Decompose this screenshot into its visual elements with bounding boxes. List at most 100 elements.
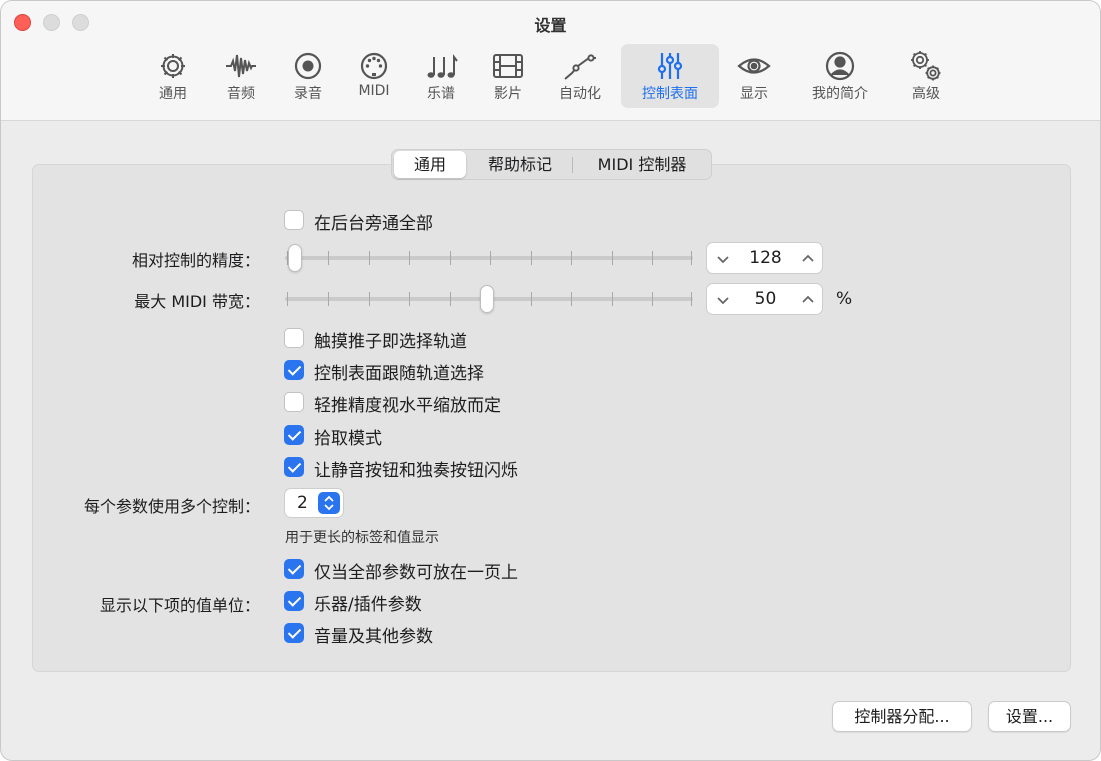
gears-icon [911,51,941,81]
tab-display[interactable]: 显示 [728,44,780,108]
slider-track [285,256,693,260]
tab-label: MIDI [358,83,390,99]
multi-control-hint: 用于更长的标签和值显示 [285,530,439,546]
pickup-mode-label: 拾取模式 [314,429,382,449]
bandwidth-label: 最大 MIDI 带宽： [134,292,260,311]
bypass-all-checkbox[interactable] [284,210,304,230]
tab-label: 高级 [912,86,940,102]
volume-params-label: 音量及其他参数 [314,627,433,647]
segment-divider [572,157,573,173]
slider-knob[interactable] [480,285,494,313]
multi-control-value: 2 [297,493,308,513]
only-all-fit-checkbox[interactable] [284,559,304,579]
bandwidth-stepper: 50 [706,283,823,315]
tab-general[interactable]: 通用 [147,44,199,108]
tab-advanced[interactable]: 高级 [898,44,954,108]
touch-fader-label: 触摸推子即选择轨道 [314,332,467,352]
chevron-up-icon[interactable] [798,290,818,310]
instrument-params-label: 乐器/插件参数 [314,595,422,615]
slider-tick [287,292,288,306]
slider-tick [691,292,692,306]
window-title: 设置 [534,16,567,35]
tab-label: 录音 [294,86,322,102]
blink-buttons-checkbox[interactable] [284,457,304,477]
tab-midi[interactable]: MIDI [348,44,400,108]
multi-control-popup[interactable]: 2 [284,488,344,518]
subtab-midi-controllers[interactable]: MIDI 控制器 [578,150,706,179]
tab-label: 乐谱 [427,86,455,102]
slider-tick [409,251,410,265]
subtab-help-tags[interactable]: 帮助标记 [474,150,566,179]
slider-tick [328,292,329,306]
settings-window: 设置 通用 音频 录音 MIDI 乐谱 影片 自动化 控制表面 显示 我的简介 … [0,0,1101,761]
tab-label: 我的简介 [812,86,868,102]
multi-control-label: 每个参数使用多个控制： [83,497,260,516]
slider-tick [450,292,451,306]
slider-tick [531,292,532,306]
slider-tick [450,251,451,265]
nudge-zoom-label: 轻推精度视水平缩放而定 [314,396,501,416]
bypass-all-label: 在后台旁通全部 [314,214,433,234]
blink-buttons-label: 让静音按钮和独奏按钮闪烁 [314,461,518,481]
instrument-params-checkbox[interactable] [284,591,304,611]
tab-automation[interactable]: 自动化 [550,44,610,108]
up-down-arrows-icon [318,492,340,514]
tab-label: 影片 [494,86,522,102]
tab-label: 通用 [159,86,187,102]
tab-score[interactable]: 乐谱 [415,44,467,108]
touch-fader-checkbox[interactable] [284,328,304,348]
slider-tick [571,292,572,306]
controller-assignments-button[interactable]: 控制器分配... [832,701,972,732]
chevron-down-icon[interactable] [713,290,733,310]
slider-tick [369,292,370,306]
tab-control-surfaces[interactable]: 控制表面 [621,44,719,108]
setup-button[interactable]: 设置... [988,701,1071,732]
slider-tick [490,251,491,265]
person-icon [825,51,855,81]
follow-track-checkbox[interactable] [284,360,304,380]
slider-tick [571,251,572,265]
bandwidth-unit: % [836,289,853,309]
slider-knob[interactable] [288,244,302,272]
bandwidth-slider[interactable] [285,284,693,314]
value-units-label: 显示以下项的值单位： [99,596,260,615]
precision-stepper: 128 [706,242,823,274]
slider-tick [369,251,370,265]
slider-tick [612,292,613,306]
precision-slider[interactable] [285,243,693,273]
slider-tick [328,251,329,265]
sliders-icon [657,53,683,79]
chevron-down-icon[interactable] [713,249,733,269]
film-icon [493,54,523,78]
record-icon [294,52,322,80]
pickup-mode-checkbox[interactable] [284,425,304,445]
midi-port-icon [360,52,388,80]
tab-label: 音频 [227,86,255,102]
precision-value: 128 [749,248,782,268]
bandwidth-value: 50 [754,289,777,309]
slider-tick [531,251,532,265]
tab-movie[interactable]: 影片 [482,44,534,108]
chevron-up-icon[interactable] [798,249,818,269]
gear-icon [161,54,185,78]
toolbar: 设置 通用 音频 录音 MIDI 乐谱 影片 自动化 控制表面 显示 我的简介 … [1,1,1100,121]
subtab-segmented-control: 通用 帮助标记 MIDI 控制器 [391,149,712,180]
slider-tick [652,251,653,265]
slider-tick [612,251,613,265]
subtab-general[interactable]: 通用 [394,151,466,178]
volume-params-checkbox[interactable] [284,623,304,643]
music-notes-icon [427,54,458,78]
automation-curve-icon [564,54,596,80]
tab-my-info[interactable]: 我的简介 [802,44,878,108]
slider-tick [409,292,410,306]
tab-label: 显示 [740,86,768,102]
follow-track-label: 控制表面跟随轨道选择 [314,364,484,384]
tab-recording[interactable]: 录音 [282,44,334,108]
nudge-zoom-checkbox[interactable] [284,392,304,412]
tab-audio[interactable]: 音频 [215,44,267,108]
tab-label: 自动化 [559,86,601,102]
slider-tick [691,251,692,265]
eye-icon [737,58,771,74]
tab-label: 控制表面 [642,86,698,102]
waveform-icon [226,54,256,78]
